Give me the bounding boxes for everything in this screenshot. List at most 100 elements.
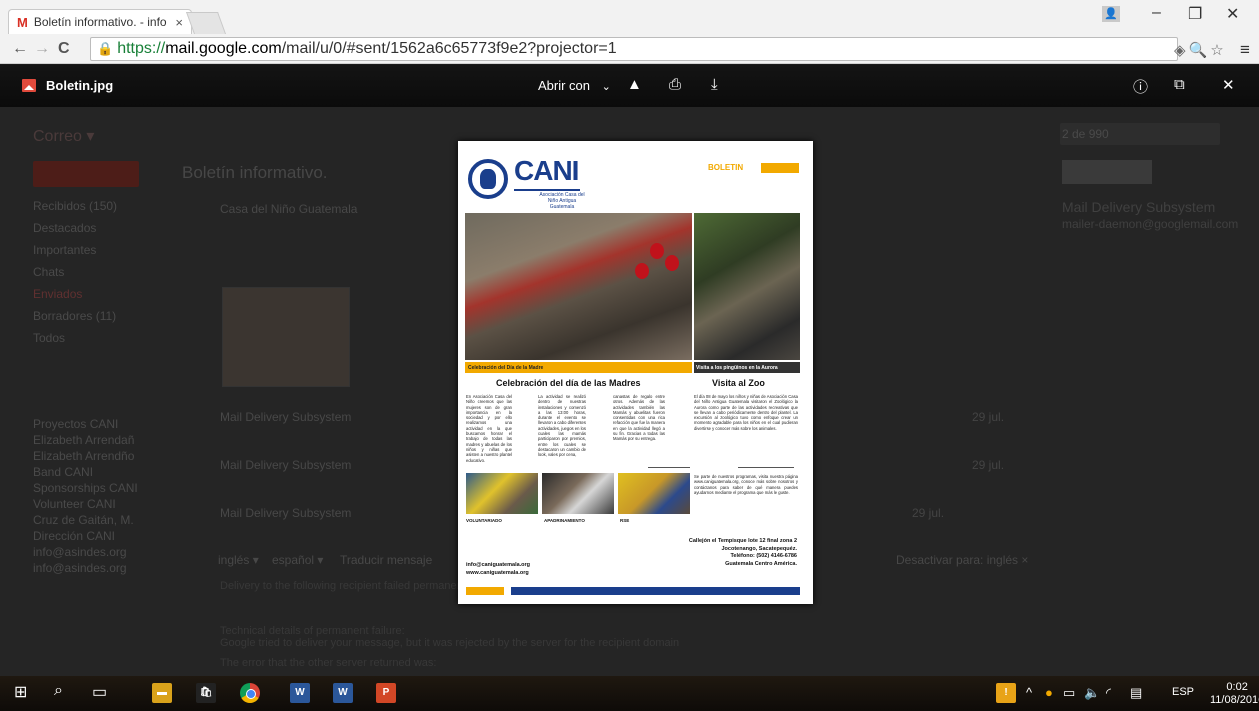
contact-email: mailer-daemon@googlemail.com — [1062, 217, 1239, 231]
new-tab-button[interactable] — [185, 12, 227, 34]
store-icon[interactable]: 🛍 — [196, 683, 216, 703]
message-sender[interactable]: Mail Delivery Subsystem — [220, 458, 351, 472]
sidebar-item-chats[interactable]: Chats — [33, 265, 64, 279]
file-explorer-icon[interactable]: ▬ — [152, 683, 172, 703]
open-external-icon[interactable]: ⧉ — [1174, 76, 1185, 93]
chevron-up-icon[interactable]: ^ — [1026, 685, 1032, 700]
tab-title: Boletín informativo. - info — [33, 15, 167, 29]
volume-icon[interactable]: 🔈 — [1084, 685, 1100, 701]
rse-photo — [618, 473, 690, 514]
article-text: En Asociación Casa del Niño creemos que … — [466, 394, 512, 463]
photo-caption: Celebración del Día de la Madre — [465, 362, 692, 373]
action-center-icon[interactable]: ▤ — [1130, 685, 1142, 701]
pagination-count: 2 de 990 — [1062, 127, 1109, 141]
delivery-text: Delivery to the following recipient fail… — [220, 580, 477, 592]
tech-details: Technical details of permanent failure: — [220, 625, 405, 637]
search-icon[interactable]: ⌕ — [54, 682, 63, 700]
server-error-text: The error that the other server returned… — [220, 657, 437, 669]
message-sender[interactable]: Mail Delivery Subsystem — [220, 410, 351, 424]
tray-app-icon[interactable]: ● — [1045, 685, 1053, 700]
sidebar-item-important[interactable]: Importantes — [33, 243, 96, 257]
correo-menu[interactable]: Correo ▾ — [33, 126, 94, 146]
battery-icon[interactable]: ▭ — [1063, 685, 1075, 701]
google-tried-text: Google tried to deliver your message, bu… — [220, 637, 680, 649]
contact-name[interactable]: Mail Delivery Subsystem — [1062, 199, 1215, 215]
sidebar-item-sent[interactable]: Enviados — [33, 287, 82, 301]
translate-off[interactable]: Desactivar para: inglés × — [896, 553, 1028, 567]
translate-link[interactable]: Traducir mensaje — [340, 553, 432, 567]
extension-icons[interactable]: ◈🔍☆ — [1174, 41, 1227, 59]
back-icon[interactable]: ← — [12, 40, 28, 58]
label-item[interactable]: Dirección CANI — [33, 529, 115, 543]
address-line: Jocotenango, Sacatepequéz. — [721, 545, 798, 552]
photo-caption: Visita a los pingüinos en la Aurora — [694, 362, 800, 373]
sidebar-item-all[interactable]: Todos — [33, 331, 65, 345]
balloon — [635, 263, 649, 279]
profile-icon[interactable]: 👤 — [1102, 6, 1120, 22]
open-with-label: Abrir con — [538, 78, 591, 93]
input-language[interactable]: ESP — [1172, 686, 1194, 698]
word-icon[interactable]: W — [333, 683, 353, 703]
chrome-icon[interactable] — [240, 683, 260, 703]
contact-web: www.caniguatemala.org — [466, 570, 529, 576]
label-item[interactable]: Volunteer CANI — [33, 497, 116, 511]
wifi-icon[interactable]: ◜ — [1106, 685, 1111, 701]
forward-icon[interactable]: → — [34, 40, 50, 58]
translate-lang[interactable]: inglés ▾ — [218, 553, 259, 567]
label-item[interactable]: Elizabeth Arrendañ — [33, 433, 134, 447]
label-item[interactable]: Band CANI — [33, 465, 93, 479]
menu-icon[interactable]: ≡ — [1240, 40, 1250, 60]
sponsorship-photo — [542, 473, 614, 514]
boletin-label: BOLETIN — [708, 163, 744, 172]
message-sender[interactable]: Mail Delivery Subsystem — [220, 506, 351, 520]
balloon — [650, 243, 664, 259]
open-with-button[interactable]: Abrir con ⌄ — [538, 78, 611, 93]
article-text: Se parte de nuestros programas, visita n… — [694, 474, 798, 495]
label-item[interactable]: Sponsorships CANI — [33, 481, 138, 495]
contact-avatars — [1062, 160, 1152, 184]
label-item[interactable]: Cruz de Gaitán, M. — [33, 513, 134, 527]
download-icon[interactable]: ⤓ — [711, 76, 718, 93]
sidebar-item-drafts[interactable]: Borradores (11) — [33, 309, 116, 323]
url-scheme: https:// — [117, 40, 166, 57]
photo-caption: APADRINAMIENTO — [544, 518, 585, 523]
tab-close-button[interactable]: × — [175, 15, 183, 30]
drive-icon[interactable]: ▲ — [627, 76, 642, 93]
image-file-icon — [22, 79, 36, 92]
info-icon[interactable]: ⓘ — [1133, 76, 1148, 97]
sidebar-item-inbox[interactable]: Recibidos (150) — [33, 199, 117, 213]
label-item[interactable]: Elizabeth Arrendño — [33, 449, 134, 463]
label-item[interactable]: info@asindes.org — [33, 561, 127, 575]
word-icon[interactable]: W — [290, 683, 310, 703]
clock[interactable]: 0:02 11/08/2016 — [1210, 681, 1259, 707]
article-text: El día 08 de mayo los niños y niñas de A… — [694, 394, 798, 431]
print-icon[interactable]: ⎙ — [669, 76, 681, 93]
logo-subtitle: Asociación Casa del Niño Antigua Guatema… — [539, 192, 585, 210]
sidebar-item-starred[interactable]: Destacados — [33, 221, 96, 235]
footer-blue-bar — [511, 587, 800, 595]
compose-button[interactable] — [33, 161, 139, 187]
label-item[interactable]: info@asindes.org — [33, 545, 127, 559]
url-path: /mail/u/0/#sent/1562a6c65773f9e2?project… — [281, 40, 617, 57]
restore-icon[interactable]: ❐ — [1188, 4, 1202, 24]
attachment-thumbnail[interactable] — [222, 287, 350, 387]
task-view-icon[interactable]: ▭ — [92, 682, 107, 702]
phone-line: Teléfono: (502) 4146-6786 — [730, 553, 797, 559]
reload-icon[interactable]: C — [58, 40, 70, 58]
message-sender[interactable]: Casa del Niño Guatemala — [220, 202, 357, 216]
address-bar[interactable]: 🔒 https:// mail.google.com/mail/u/0/#sen… — [90, 37, 1178, 61]
browser-tab[interactable]: M Boletín informativo. - info × — [8, 9, 192, 34]
powerpoint-icon[interactable]: P — [376, 683, 396, 703]
logo-rule — [514, 189, 580, 191]
close-viewer-icon[interactable]: ✕ — [1222, 76, 1235, 94]
close-window-icon[interactable]: ✕ — [1226, 4, 1239, 24]
email-subject: Boletín informativo. — [182, 163, 328, 182]
label-item[interactable]: Proyectos CANI — [33, 417, 118, 431]
minimize-icon[interactable]: – — [1152, 4, 1161, 22]
notification-icon[interactable]: ! — [996, 683, 1016, 703]
newsletter-image: CANI Asociación Casa del Niño Antigua Gu… — [458, 141, 813, 604]
translate-target[interactable]: español ▾ — [272, 553, 323, 567]
image-viewer-bar: Boletin.jpg Abrir con ⌄ ▲ ⎙ ⤓ ⓘ ⧉ ✕ — [0, 65, 1259, 107]
article-text: La actividad se realizó dentro de nuestr… — [538, 394, 586, 458]
windows-start-icon[interactable]: ⊞ — [14, 682, 27, 702]
